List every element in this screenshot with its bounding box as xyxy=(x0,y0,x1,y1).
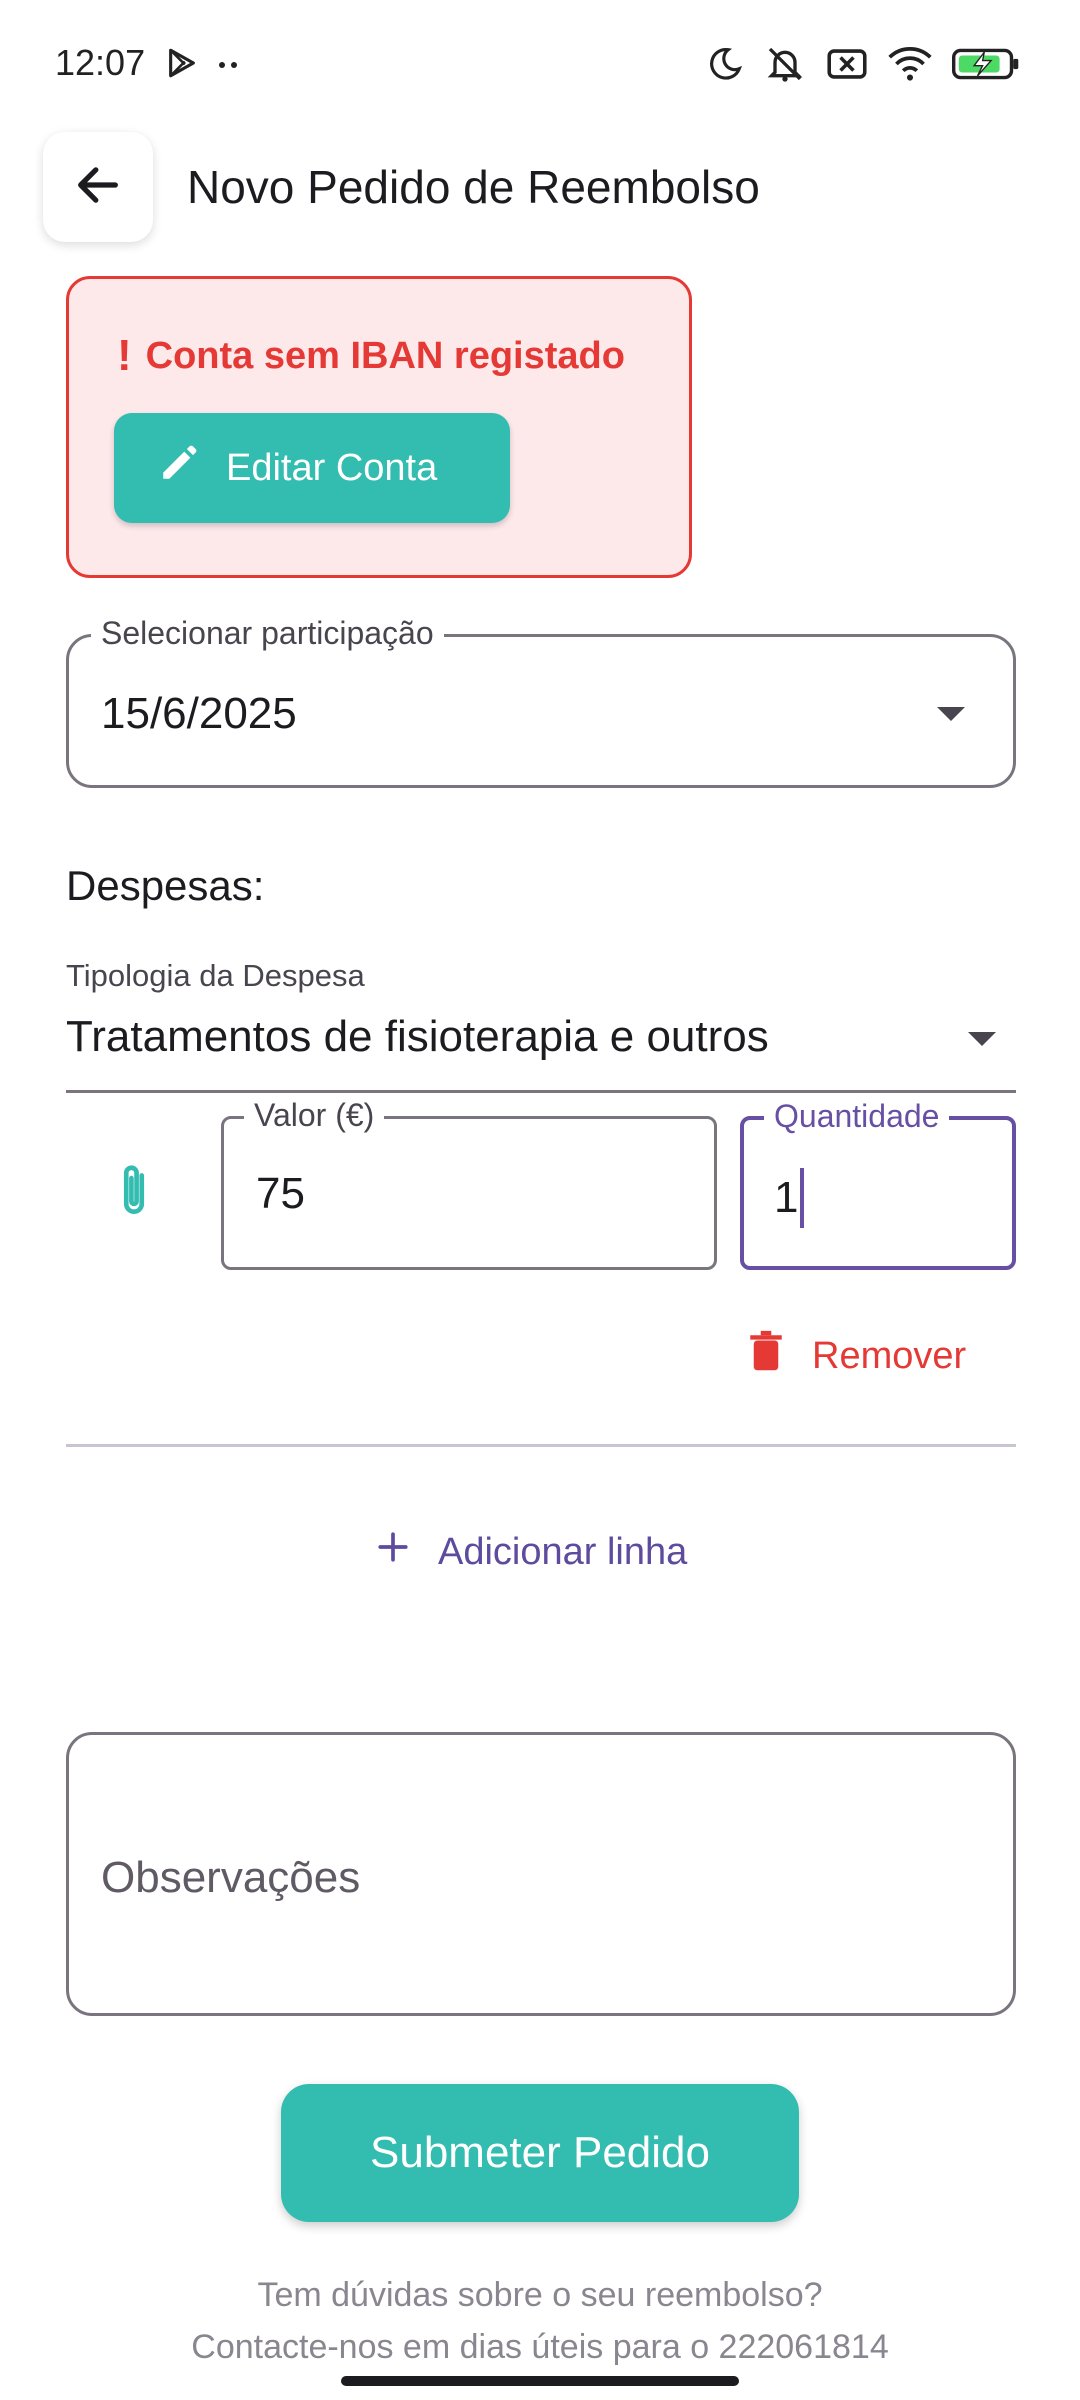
play-store-icon xyxy=(165,46,199,85)
help-text-line1: Tem dúvidas sobre o seu reembolso? xyxy=(257,2276,823,2314)
status-left-icons xyxy=(165,46,241,85)
value-field-label: Valor (€) xyxy=(244,1097,385,1134)
more-dots-icon xyxy=(217,57,241,75)
sim-off-icon xyxy=(826,46,868,87)
submit-label: Submeter Pedido xyxy=(370,2128,710,2177)
home-indicator[interactable] xyxy=(341,2376,739,2386)
status-time: 12:07 xyxy=(55,42,146,83)
participation-select-value: 15/6/2025 xyxy=(101,689,297,738)
iban-alert-card: ! Conta sem IBAN registado Editar Conta xyxy=(66,276,692,578)
value-field[interactable]: Valor (€) 75 xyxy=(221,1097,717,1270)
submit-button[interactable]: Submeter Pedido xyxy=(281,2084,799,2222)
expense-type-value: Tratamentos de fisioterapia e outros xyxy=(66,1012,769,1061)
back-button[interactable] xyxy=(43,132,153,242)
quantity-field-label: Quantidade xyxy=(764,1098,950,1135)
exclamation-icon: ! xyxy=(117,331,132,380)
quantity-field[interactable]: Quantidade 1 xyxy=(740,1098,1016,1270)
expense-type-label: Tipologia da Despesa xyxy=(66,958,365,993)
help-text-line2: Contacte-nos em dias úteis para o 222061… xyxy=(191,2328,889,2366)
add-line-label: Adicionar linha xyxy=(438,1530,688,1573)
plus-icon xyxy=(376,1530,410,1574)
value-field-input: 75 xyxy=(256,1169,305,1218)
page-title: Novo Pedido de Reembolso xyxy=(187,161,760,213)
remove-line-button[interactable]: Remover xyxy=(748,1330,966,1382)
remove-line-label: Remover xyxy=(812,1334,967,1377)
add-line-button[interactable]: Adicionar linha xyxy=(376,1530,687,1574)
chevron-down-icon xyxy=(937,707,965,721)
participation-select-label: Selecionar participação xyxy=(91,615,444,652)
notes-field[interactable]: Observações xyxy=(66,1732,1016,2016)
alert-message-row: ! Conta sem IBAN registado xyxy=(117,331,625,381)
quantity-field-input: 1 xyxy=(774,1168,805,1228)
trash-icon xyxy=(748,1330,784,1382)
chevron-down-icon xyxy=(968,1032,996,1046)
moon-icon xyxy=(706,45,744,88)
alert-message: Conta sem IBAN registado xyxy=(145,334,625,377)
expenses-section-title: Despesas: xyxy=(66,862,265,909)
pencil-icon xyxy=(158,442,200,494)
edit-account-label: Editar Conta xyxy=(226,446,438,489)
expense-type-underline xyxy=(66,1090,1016,1093)
status-right-icons xyxy=(706,44,1020,89)
status-bar: 12:07 xyxy=(0,0,1080,130)
edit-account-button[interactable]: Editar Conta xyxy=(114,413,510,523)
arrow-back-icon xyxy=(72,159,124,216)
paperclip-icon[interactable] xyxy=(112,1160,156,1227)
participation-select[interactable]: Selecionar participação 15/6/2025 xyxy=(66,615,1016,788)
expenses-divider xyxy=(66,1444,1016,1447)
text-cursor xyxy=(800,1168,805,1228)
quantity-value: 1 xyxy=(774,1173,799,1222)
mute-icon xyxy=(764,44,806,89)
battery-charging-icon xyxy=(952,47,1020,86)
wifi-icon xyxy=(888,46,932,87)
notes-placeholder: Observações xyxy=(101,1853,361,1902)
